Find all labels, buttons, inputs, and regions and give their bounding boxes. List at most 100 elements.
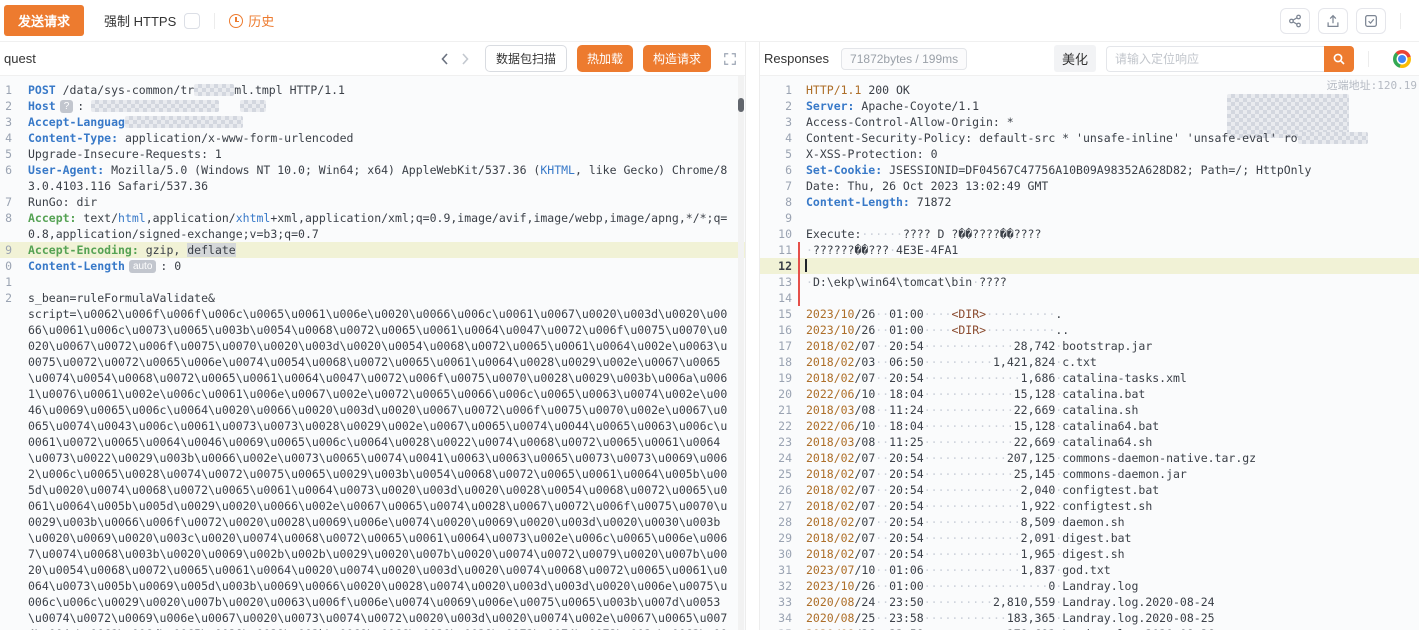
code-token: 01:00 — [889, 307, 924, 321]
send-request-button[interactable]: 发送请求 — [4, 5, 84, 36]
code-line: 8Accept: text/html,application/xhtml+xml… — [0, 210, 745, 242]
request-editor[interactable]: 1POST /data/sys-common/trml.tmpl HTTP/1.… — [0, 76, 745, 630]
code-token: ·· — [875, 355, 889, 369]
line-number: 26 — [760, 482, 792, 498]
beautify-button[interactable]: 美化 — [1054, 45, 1096, 72]
chrome-icon[interactable] — [1393, 50, 1411, 68]
history-next-button[interactable] — [455, 49, 475, 69]
code-token: ·· — [875, 387, 889, 401]
code-token: Host — [28, 99, 56, 113]
share-button[interactable] — [1280, 8, 1310, 34]
http-tool-window: 发送请求 强制 HTTPS 历史 — [0, 0, 1419, 631]
code-token: deflate — [187, 243, 235, 257]
line-number: 31 — [760, 562, 792, 578]
code-token: User-Agent: — [28, 163, 104, 177]
code-token: ······ — [861, 227, 903, 241]
code-token: c.txt — [1062, 355, 1097, 369]
code-token: ·················· — [924, 579, 1049, 593]
request-pane-header: quest 数据包扫描 热加载 构造请求 — [0, 42, 745, 76]
history-button[interactable]: 历史 — [229, 11, 274, 30]
response-size-badge: 71872bytes / 199ms — [841, 48, 967, 70]
packet-scan-button[interactable]: 数据包扫描 — [485, 45, 567, 72]
fullscreen-button[interactable] — [723, 52, 737, 66]
line-number: 19 — [760, 370, 792, 386]
code-token: 2018/02 — [806, 467, 854, 481]
search-input[interactable] — [1106, 46, 1324, 72]
code-token: xhtml — [236, 211, 271, 225]
code-token: Access-Control-Allow-Origin: * — [806, 115, 1014, 129]
line-number: 10 — [760, 226, 792, 242]
code-line: 6User-Agent: Mozilla/5.0 (Windows NT 10.… — [0, 162, 745, 194]
code-token — [194, 84, 234, 96]
code-token: 207,125 — [1007, 451, 1055, 465]
code-token: Content-Type: — [28, 131, 118, 145]
code-token — [125, 116, 243, 128]
code-token: 23:50 — [889, 595, 924, 609]
line-number: 29 — [760, 530, 792, 546]
code-token: configtest.sh — [1062, 499, 1152, 513]
line-number: 12 — [760, 258, 792, 274]
code-token: ············· — [924, 387, 1014, 401]
code-token: Server: — [806, 99, 854, 113]
history-prev-button[interactable] — [435, 49, 455, 69]
code-token: ·· — [875, 435, 889, 449]
line-number: 22 — [760, 418, 792, 434]
code-line: 162023/10/26··01:00····<DIR>··········.. — [760, 322, 1419, 338]
code-line: 9 — [760, 210, 1419, 226]
line-number — [0, 306, 12, 630]
code-token: 4E3E-4FA1 — [896, 243, 958, 257]
code-token: <DIR> — [951, 323, 986, 337]
line-number: 34 — [760, 610, 792, 626]
code-token: ·············· — [924, 563, 1021, 577]
code-token: script=\u0062\u006f\u006f\u006c\u0065\u0… — [28, 307, 727, 630]
code-token: ············· — [924, 403, 1014, 417]
code-token: /26 — [854, 323, 875, 337]
code-token: ·· — [875, 627, 889, 630]
code-token: configtest.bat — [1062, 483, 1159, 497]
build-request-button[interactable]: 构造请求 — [643, 45, 711, 72]
code-token: application/x-www-form-urlencoded — [118, 131, 353, 145]
line-number: 1 — [760, 82, 792, 98]
code-line: 152023/10/26··01:00····<DIR>··········. — [760, 306, 1419, 322]
code-token: JSESSIONID=DF04567C47756A10B09A98352A628… — [882, 163, 1311, 177]
code-token: · — [889, 243, 896, 257]
code-token: /10 — [854, 419, 875, 433]
code-line: 292018/02/07··20:54··············2,091·d… — [760, 530, 1419, 546]
response-viewer[interactable]: 远端地址:120.19 1HTTP/1.1 200 OK2Server: Apa… — [760, 76, 1419, 630]
code-token: 1,686 — [1021, 371, 1056, 385]
code-token: 1,421,824 — [993, 355, 1055, 369]
code-line: 2s_bean=ruleFormulaValidate& — [0, 290, 745, 306]
code-line: 212018/03/08··11:24·············22,669·c… — [760, 402, 1419, 418]
code-token: ·· — [875, 467, 889, 481]
code-line: 3Access-Control-Allow-Origin: * — [760, 114, 1419, 130]
code-token: Content-Length — [28, 259, 125, 273]
code-line: 5X-XSS-Protection: 0 — [760, 146, 1419, 162]
code-token: ·· — [875, 483, 889, 497]
code-line: 5Upgrade-Insecure-Requests: 1 — [0, 146, 745, 162]
line-number: 2 — [760, 98, 792, 114]
code-token: 178,693 — [1007, 627, 1055, 630]
code-token: /07 — [854, 499, 875, 513]
code-line: 302018/02/07··20:54··············1,965·d… — [760, 546, 1419, 562]
code-token: Set-Cookie: — [806, 163, 882, 177]
search-button[interactable] — [1324, 46, 1354, 72]
code-line: 312023/07/10··01:06··············1,837·g… — [760, 562, 1419, 578]
verify-button[interactable] — [1356, 8, 1386, 34]
code-token: 20:54 — [889, 371, 924, 385]
export-button[interactable] — [1318, 8, 1348, 34]
code-token: Date: Thu, 26 Oct 2023 13:02:49 GMT — [806, 179, 1048, 193]
code-token: ·········· — [986, 307, 1055, 321]
code-token: Upgrade-Insecure-Requests: 1 — [28, 147, 222, 161]
hot-reload-button[interactable]: 热加载 — [577, 45, 633, 72]
line-number: 9 — [0, 242, 12, 258]
code-line: script=\u0062\u006f\u006f\u006c\u0065\u0… — [0, 306, 745, 630]
code-line: 2Server: Apache-Coyote/1.1 — [760, 98, 1419, 114]
code-line: 1HTTP/1.1 200 OK — [760, 82, 1419, 98]
line-number: 33 — [760, 594, 792, 610]
code-token: s_bean=ruleFormulaValidate& — [28, 291, 215, 305]
force-https-checkbox[interactable] — [184, 13, 200, 29]
code-token: 20:54 — [889, 451, 924, 465]
code-token: /07 — [854, 531, 875, 545]
code-token: ???? D ?��????��???? — [903, 227, 1041, 241]
toolbar-divider — [214, 13, 215, 29]
